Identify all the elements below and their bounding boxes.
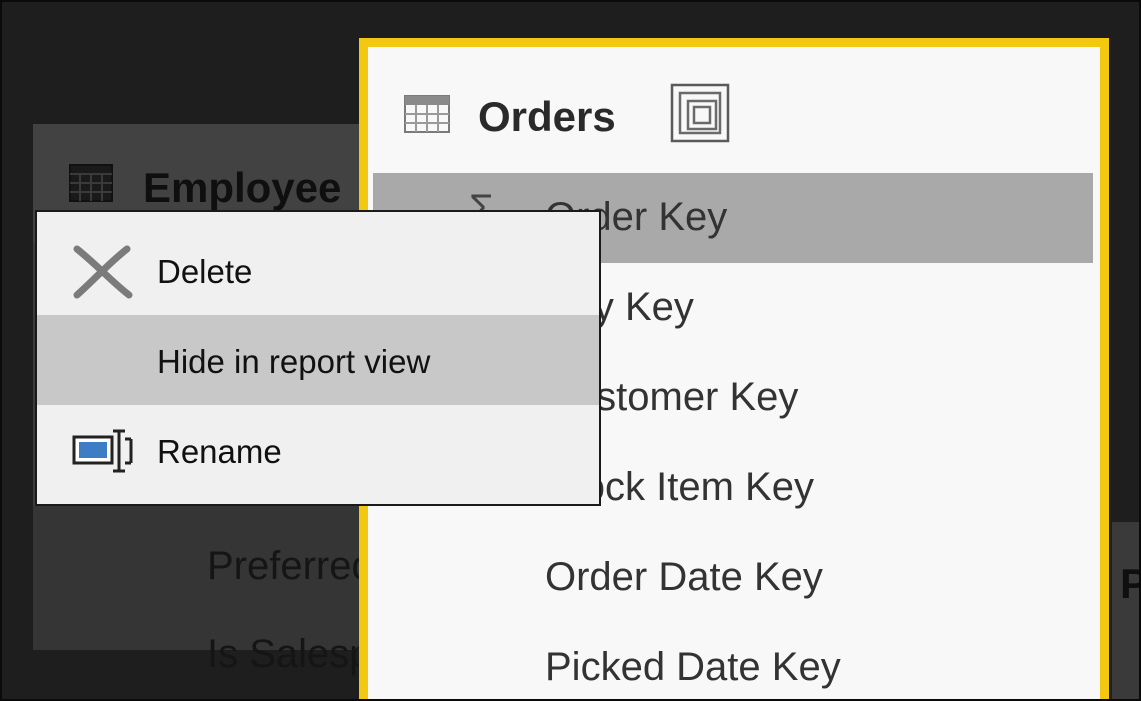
table-icon	[69, 164, 113, 207]
table-icon	[404, 95, 450, 138]
context-menu: Delete Hide in report view Rename	[35, 210, 601, 506]
menu-item-hide-in-report-view[interactable]: Hide in report view	[37, 315, 599, 405]
canvas: Employee Preferred Name Is Salesperson P…	[0, 0, 1141, 701]
layers-icon[interactable]	[670, 83, 732, 150]
menu-item-label: Delete	[157, 253, 253, 290]
field-label: Order Date Key	[545, 555, 823, 599]
rename-icon	[71, 423, 135, 484]
field-label: Picked Date Key	[545, 645, 841, 689]
orders-field-row[interactable]: Picked Date Key	[373, 623, 1093, 699]
menu-item-delete[interactable]: Delete	[37, 225, 599, 315]
partial-table-title: P	[1120, 560, 1139, 608]
delete-x-icon	[71, 243, 135, 304]
menu-item-label: Hide in report view	[157, 343, 431, 380]
orders-field-row[interactable]: Order Date Key	[373, 533, 1093, 623]
employee-table-title: Employee	[143, 164, 342, 211]
menu-item-rename[interactable]: Rename	[37, 405, 599, 495]
menu-item-label: Rename	[157, 433, 282, 470]
orders-table-header: Orders	[368, 47, 1100, 175]
partial-table-card[interactable]	[1112, 522, 1139, 699]
orders-table-title: Orders	[478, 93, 616, 140]
